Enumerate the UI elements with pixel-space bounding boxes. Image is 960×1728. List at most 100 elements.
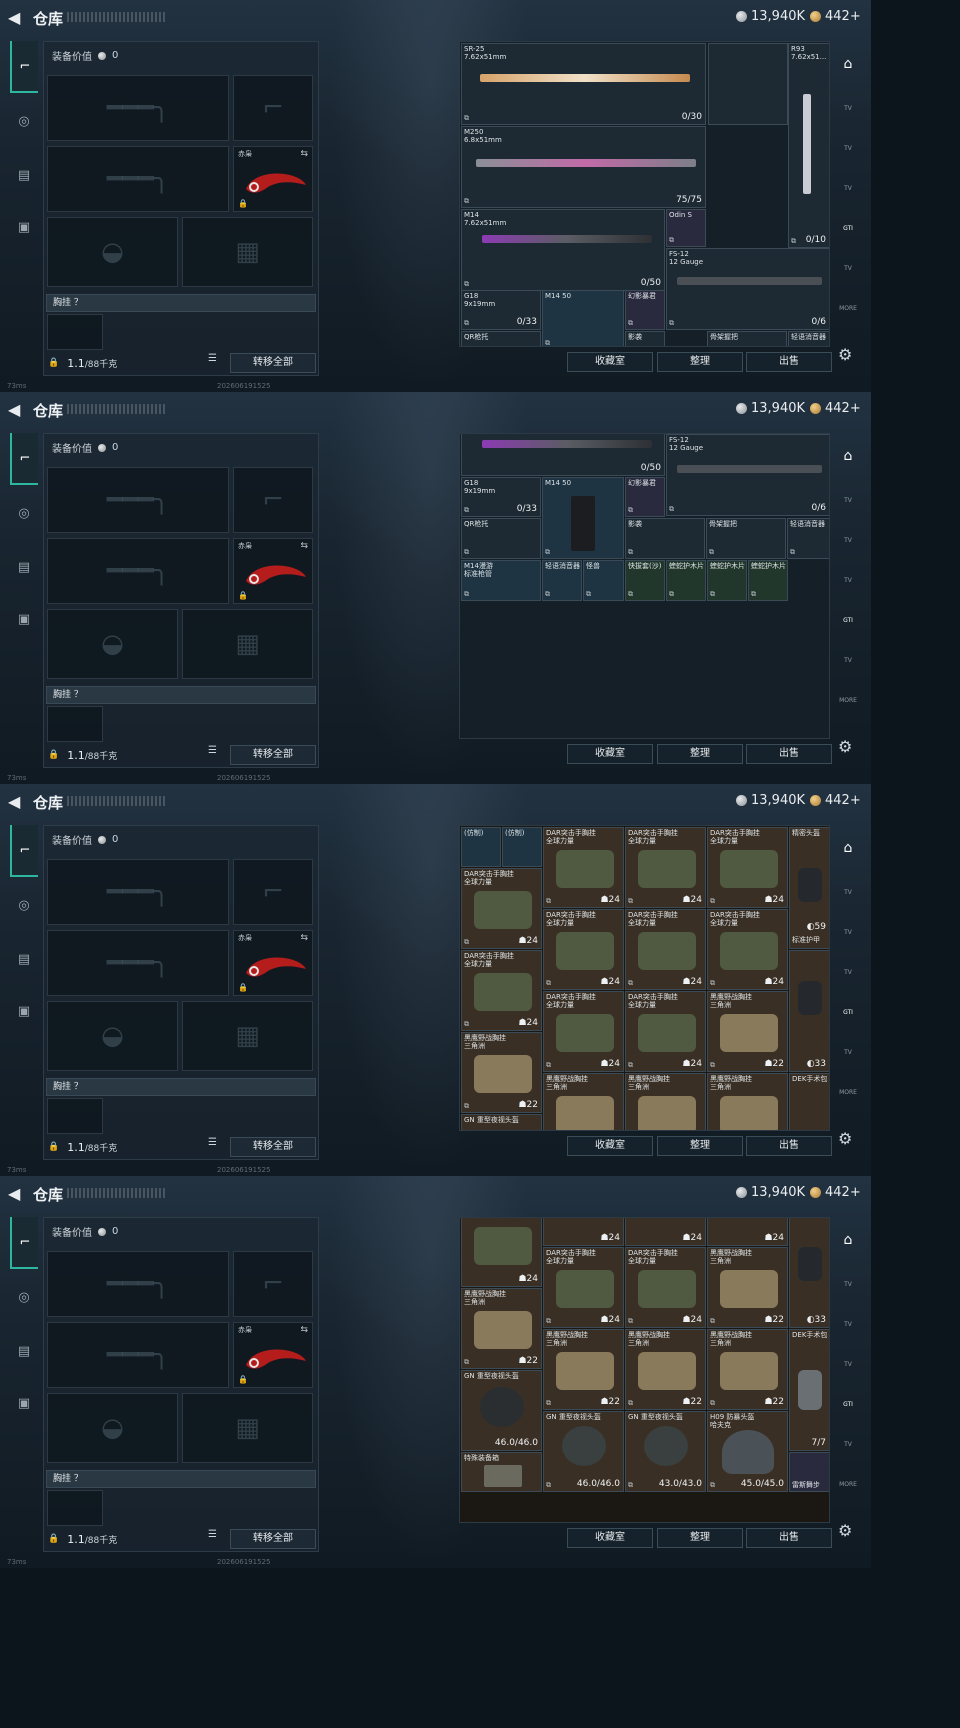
helmet-slot[interactable]: ◒ [47, 609, 178, 679]
tab-stash-main[interactable]: ⌂ [834, 443, 862, 469]
item-viper-handguard[interactable]: 蝰蛇护木片 ⧉ [707, 560, 747, 601]
item-blackhawk-vest[interactable]: 黑鹰野战胸挂 三角洲 ☗22 ⧉ [461, 1288, 542, 1369]
melee-slot[interactable]: 赤枭 ⇆ 🔒 [233, 146, 313, 212]
armor-slot[interactable]: ▦ [182, 1393, 313, 1463]
item-blackhawk-vest[interactable]: 黑鹰野战胸挂 三角洲 [707, 1073, 788, 1130]
item-dar-vest[interactable]: ☗24 [461, 1218, 542, 1287]
item-dar-vest[interactable]: DAR突击手胸挂 全球力量 ☗24 ⧉ [543, 909, 624, 990]
item-precision-helmet[interactable]: 精密头盔 ◐59 标准护甲 [789, 827, 829, 949]
tab-armor[interactable]: ◎ [10, 93, 38, 149]
tab-armor[interactable]: ◎ [10, 877, 38, 933]
primary-weapon-slot[interactable]: ━━━╮ [47, 75, 229, 141]
item-g18[interactable]: G18 9x19mm 0/33 ⧉ [461, 290, 541, 330]
item-qr-stock[interactable]: QR枪托 ⧉ [461, 518, 541, 559]
tab-bags[interactable]: ▣ [10, 593, 38, 645]
item-dar-vest[interactable]: DAR突击手胸挂 全球力量 ☗24 ⧉ [461, 868, 542, 949]
tab-stash-3[interactable]: TV [834, 960, 862, 986]
back-arrow-icon[interactable]: ◀ [8, 9, 26, 27]
item-dar-vest[interactable]: DAR突击手胸挂 全球力量 ☗24 ⧉ [543, 1247, 624, 1328]
armor-slot[interactable]: ▦ [182, 1001, 313, 1071]
item-whisper-suppressor[interactable]: 轻语消音器 ⧉ [787, 518, 829, 559]
item-replica-1[interactable]: (仿制) [461, 827, 501, 867]
helmet-slot[interactable]: ◒ [47, 1001, 178, 1071]
pistol-slot[interactable]: ⌐ [233, 1251, 313, 1317]
tab-consumables[interactable]: ▤ [10, 149, 38, 201]
gold-currency[interactable]: 442+ [810, 793, 861, 808]
sort-button[interactable]: 整理 [657, 352, 743, 372]
item-dar-vest[interactable]: ☗24 [707, 1218, 788, 1246]
item-dar-vest[interactable]: DAR突击手胸挂 全球力量 ☗24 ⧉ [543, 991, 624, 1072]
item-rayce-dance[interactable]: 雷斯舞步 [789, 1452, 829, 1492]
tab-stash-gti[interactable]: GTI [834, 1000, 862, 1026]
item-replica-2[interactable]: (仿制) [502, 827, 542, 867]
tab-armor[interactable]: ◎ [10, 485, 38, 541]
item-dar-vest[interactable]: DAR突击手胸挂 全球力量 ☗24 ⧉ [625, 909, 706, 990]
item-blackhawk-vest[interactable]: 黑鹰野战胸挂 三角洲 ☗22 ⧉ [707, 991, 788, 1072]
list-icon[interactable]: ☰ [208, 353, 217, 364]
item-blackhawk-vest[interactable]: 黑鹰野战胸挂 三角洲 ☗22 ⧉ [707, 1247, 788, 1328]
settings-gear-icon[interactable]: ⚙ [838, 737, 852, 756]
tab-stash-1[interactable]: TV [834, 1272, 862, 1298]
tab-consumables[interactable]: ▤ [10, 933, 38, 985]
tab-stash-2[interactable]: TV [834, 920, 862, 946]
sort-button[interactable]: 整理 [657, 744, 743, 764]
item-special-equipment-box[interactable]: 特殊装备箱 [461, 1452, 542, 1492]
sort-button[interactable]: 整理 [657, 1136, 743, 1156]
item-phantom[interactable]: 幻影暴君 ⧉ [625, 290, 665, 330]
item-gn-nvg-helmet[interactable]: GN 重型夜视头盔 43.0/43.0 ⧉ [625, 1411, 706, 1492]
sell-button[interactable]: 出售 [746, 1528, 832, 1548]
item-viper-handguard[interactable]: 蝰蛇护木片 ⧉ [748, 560, 788, 601]
favorites-button[interactable]: 收藏室 [567, 352, 653, 372]
gold-currency[interactable]: 442+ [810, 401, 861, 416]
tab-bags[interactable]: ▣ [10, 201, 38, 253]
item-m250[interactable]: M250 6.8x51mm 75/75 ⧉ [461, 126, 706, 208]
item-monster[interactable]: 怪兽 ⧉ [583, 560, 624, 601]
item-precision-helmet[interactable]: ◐33 [789, 950, 829, 1072]
item-blackhawk-vest[interactable]: 黑鹰野战胸挂 三角洲 ☗22 ⧉ [461, 1032, 542, 1113]
sell-button[interactable]: 出售 [746, 352, 832, 372]
item-viper-handguard[interactable]: 蝰蛇护木片 ⧉ [666, 560, 706, 601]
tab-armor[interactable]: ◎ [10, 1269, 38, 1325]
item-skeleton-grip[interactable]: 骨架握把 [707, 331, 787, 346]
item-skeleton-grip[interactable]: 骨架握把 ⧉ [706, 518, 786, 559]
favorites-button[interactable]: 收藏室 [567, 1528, 653, 1548]
primary-weapon-slot[interactable]: ━━━╮ [47, 859, 229, 925]
armor-slot[interactable]: ▦ [182, 609, 313, 679]
tab-stash-1[interactable]: TV [834, 96, 862, 122]
tab-bags[interactable]: ▣ [10, 1377, 38, 1429]
sell-button[interactable]: 出售 [746, 1136, 832, 1156]
transfer-all-button[interactable]: 转移全部 [230, 353, 316, 373]
tab-stash-1[interactable]: TV [834, 488, 862, 514]
melee-slot[interactable]: 赤枭 ⇆ 🔒 [233, 538, 313, 604]
item-m14-barrel[interactable]: M14漫游 标准枪管 ⧉ [461, 560, 541, 601]
pistol-slot[interactable]: ⌐ [233, 859, 313, 925]
chest-rig-header[interactable]: 胸挂 ？ [46, 294, 316, 312]
gold-currency[interactable]: 442+ [810, 9, 861, 24]
item-r93[interactable]: R93 7.62x51... 0/10 ⧉ [788, 43, 829, 248]
tab-stash-1[interactable]: TV [834, 880, 862, 906]
tab-stash-6[interactable]: MORE [834, 1080, 862, 1106]
item-blackhawk-vest[interactable]: 黑鹰野战胸挂 三角洲 [625, 1073, 706, 1130]
tab-stash-3[interactable]: TV [834, 176, 862, 202]
pistol-slot[interactable]: ⌐ [233, 75, 313, 141]
item-m14-50[interactable]: M14 50 ⧉ [542, 290, 624, 346]
swap-icon[interactable]: ⇆ [300, 149, 308, 159]
gold-currency[interactable]: 442+ [810, 1185, 861, 1200]
primary-weapon-slot[interactable]: ━━━╮ [47, 1251, 229, 1317]
secondary-weapon-slot[interactable]: ━━━╮ [47, 1322, 229, 1388]
item-dar-vest[interactable]: DAR突击手胸挂 全球力量 ☗24 ⧉ [707, 827, 788, 908]
item-g18[interactable]: G18 9x19mm 0/33 ⧉ [461, 477, 541, 517]
item-blackhawk-vest[interactable]: 黑鹰野战胸挂 三角洲 ☗22 ⧉ [707, 1329, 788, 1410]
settings-gear-icon[interactable]: ⚙ [838, 345, 852, 364]
tab-stash-6[interactable]: MORE [834, 296, 862, 322]
item-dar-vest[interactable]: DAR突击手胸挂 全球力量 ☗24 ⧉ [625, 827, 706, 908]
tab-weapons[interactable]: ⌐ [10, 433, 38, 485]
back-arrow-icon[interactable]: ◀ [8, 401, 26, 419]
melee-slot[interactable]: 赤枭 ⇆ 🔒 [233, 930, 313, 996]
chest-rig-slot[interactable] [47, 1098, 103, 1134]
secondary-weapon-slot[interactable]: ━━━╮ [47, 146, 229, 212]
tab-weapons[interactable]: ⌐ [10, 41, 38, 93]
favorites-button[interactable]: 收藏室 [567, 1136, 653, 1156]
helmet-slot[interactable]: ◒ [47, 217, 178, 287]
helmet-slot[interactable]: ◒ [47, 1393, 178, 1463]
